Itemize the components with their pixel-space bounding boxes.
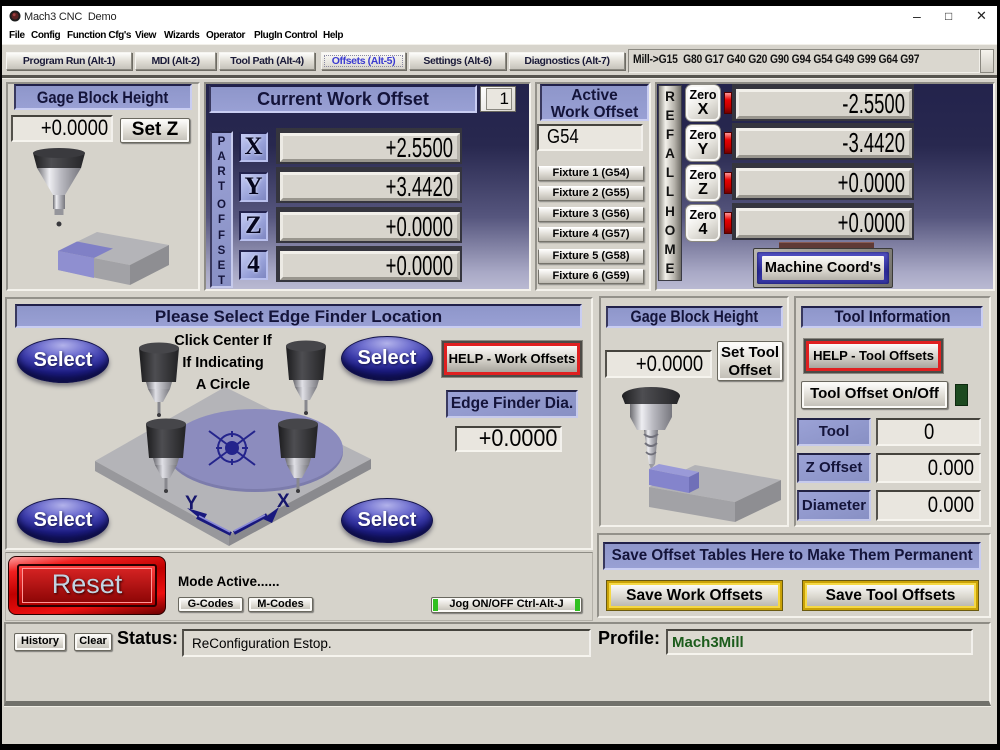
svg-text:X: X bbox=[277, 491, 290, 512]
svg-text:Y: Y bbox=[185, 493, 198, 514]
